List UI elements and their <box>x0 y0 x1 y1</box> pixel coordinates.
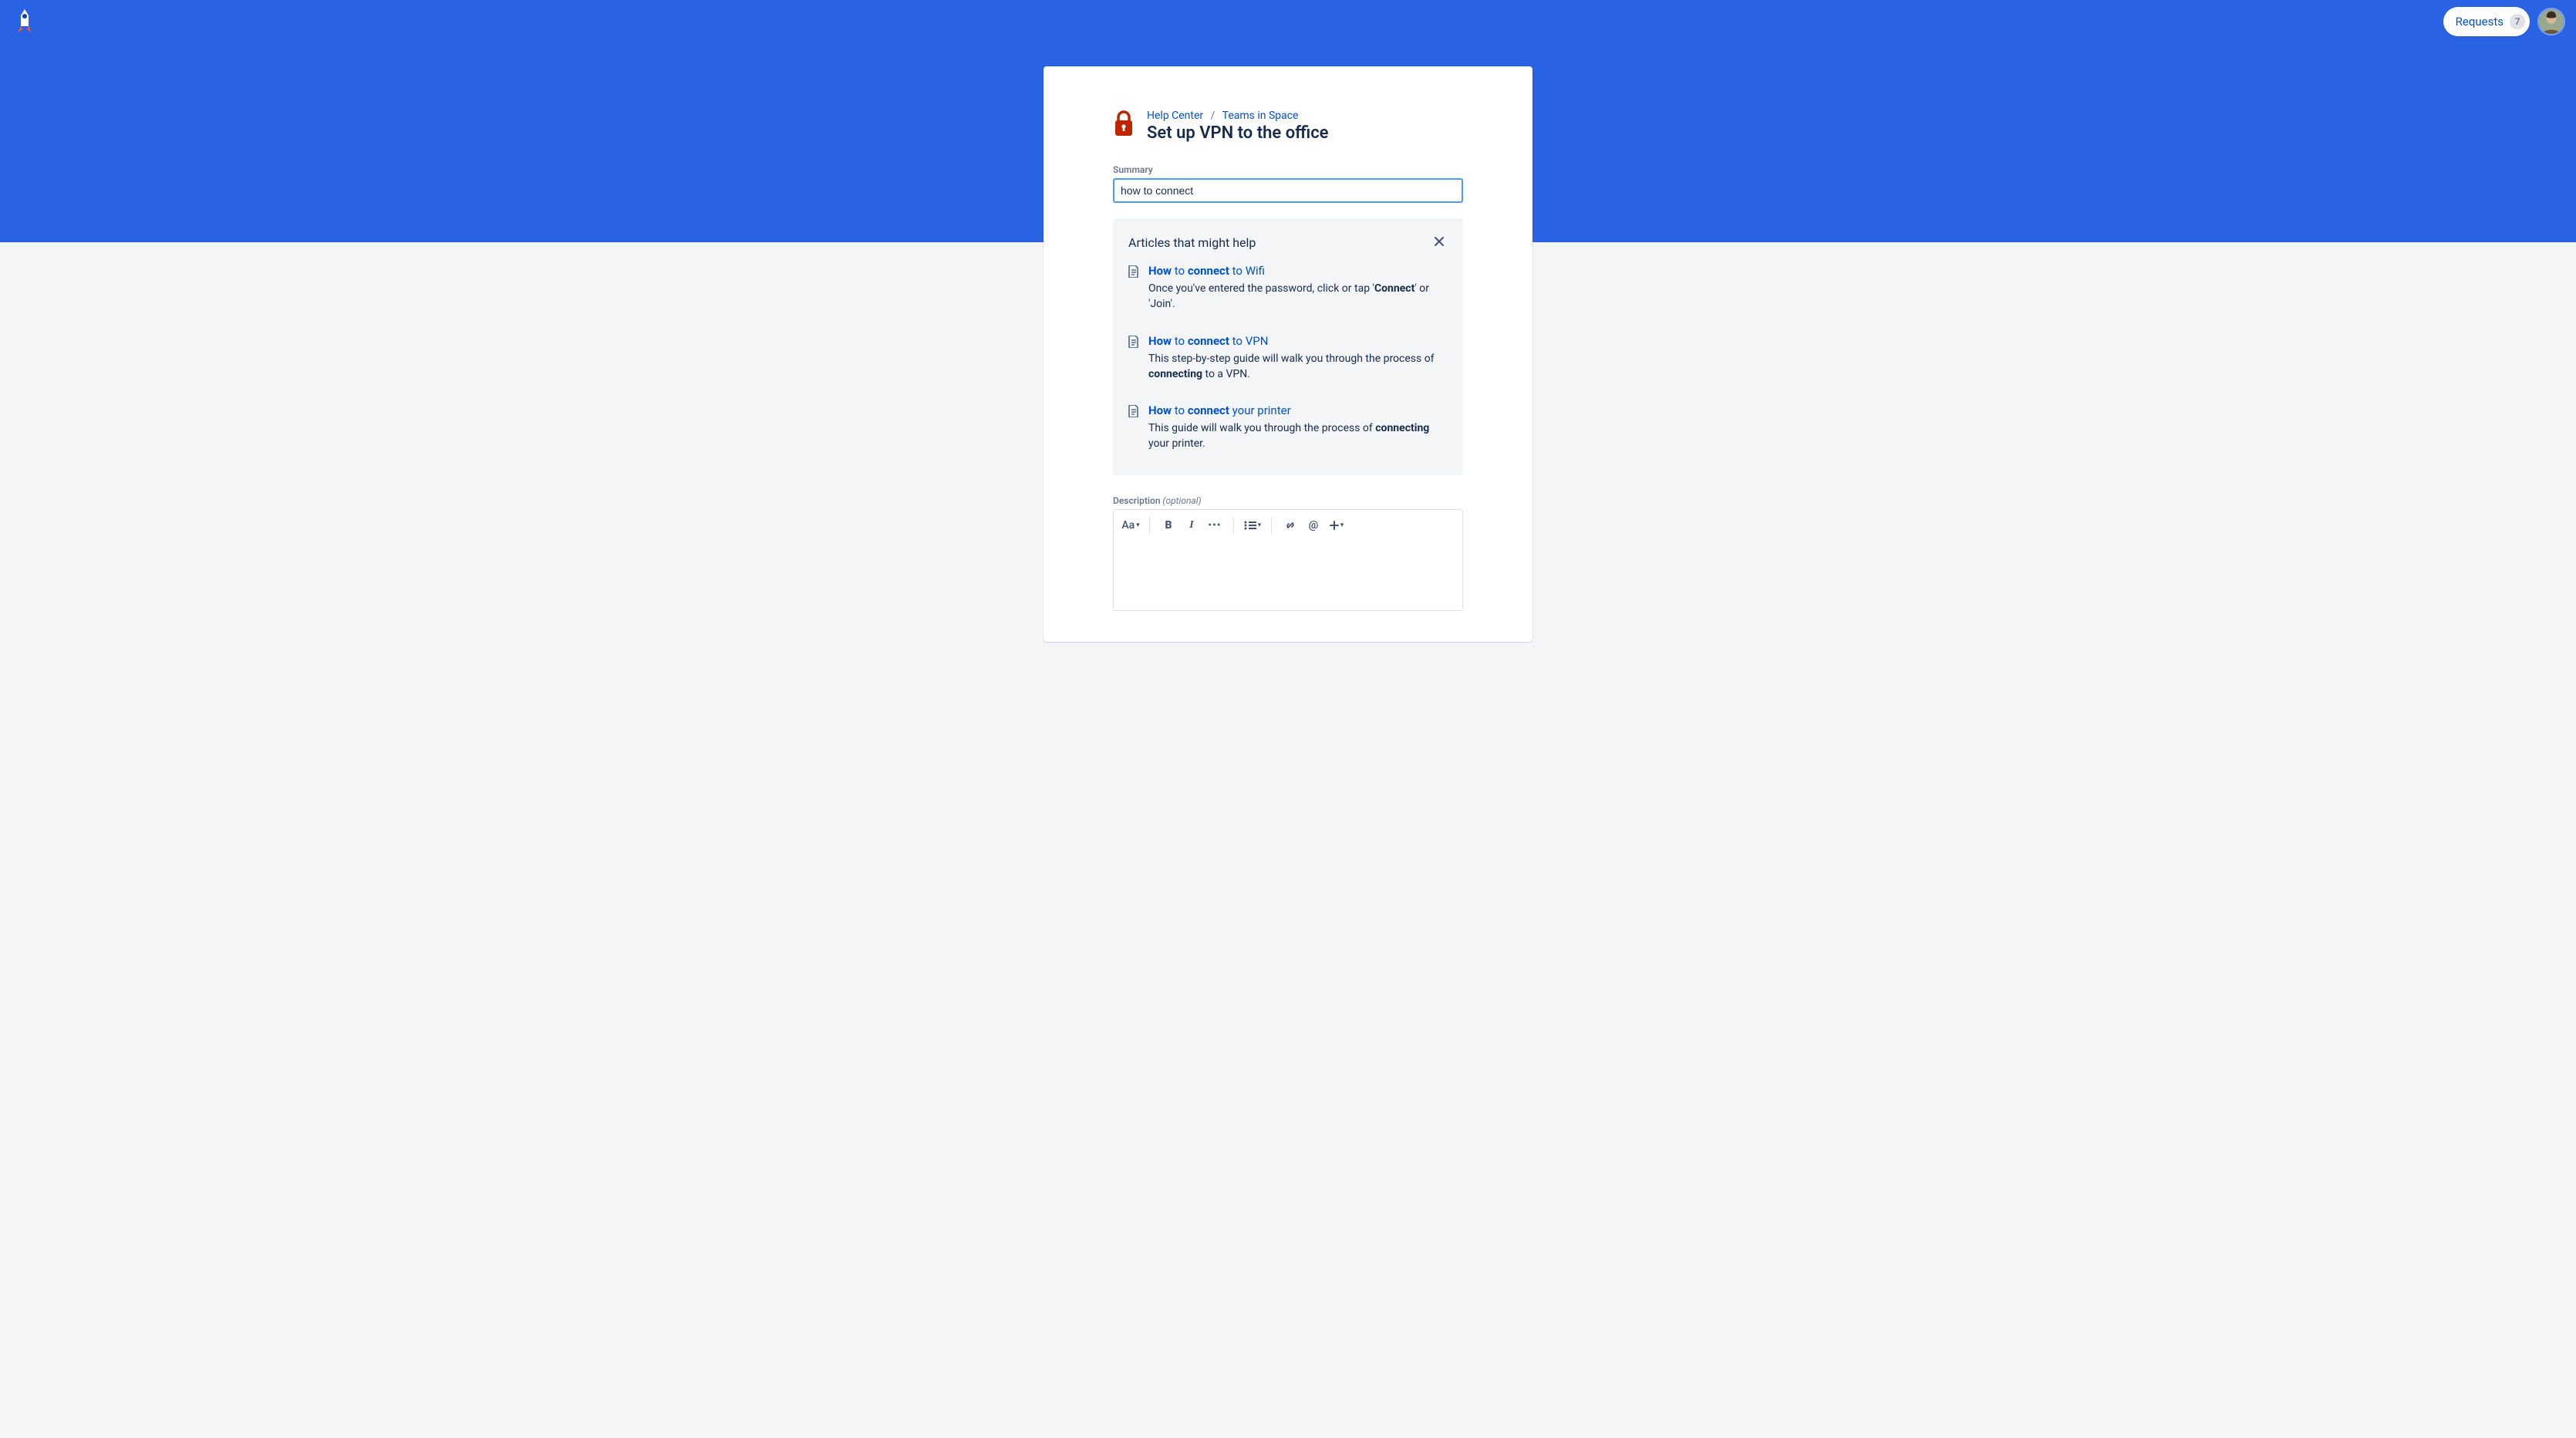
document-icon <box>1128 265 1139 312</box>
requests-count-badge: 7 <box>2510 14 2525 29</box>
portal-logo[interactable] <box>11 8 39 35</box>
toolbar-separator <box>1271 517 1272 534</box>
link-button[interactable] <box>1280 515 1301 536</box>
requests-label: Requests <box>2456 15 2504 29</box>
article-snippet: Once you've entered the password, click … <box>1148 281 1448 312</box>
lock-icon <box>1113 110 1135 140</box>
description-textarea[interactable] <box>1114 541 1462 610</box>
italic-button[interactable]: I <box>1181 515 1202 536</box>
page-title: Set up VPN to the office <box>1147 123 1329 143</box>
suggested-article: How to connect to Wifi Once you've entere… <box>1128 264 1448 312</box>
article-snippet: This step-by-step guide will walk you th… <box>1148 351 1448 383</box>
suggested-article: How to connect your printer This guide wi… <box>1128 403 1448 452</box>
breadcrumb: Help Center / Teams in Space <box>1147 110 1329 122</box>
link-icon <box>1284 519 1296 532</box>
rocket-icon <box>12 8 38 35</box>
summary-input[interactable] <box>1113 178 1463 203</box>
more-formatting-button[interactable]: ••• <box>1204 515 1226 536</box>
suggested-article: How to connect to VPN This step-by-step g… <box>1128 334 1448 383</box>
top-bar: Requests 7 <box>0 0 2576 43</box>
summary-label: Summary <box>1113 164 1463 175</box>
lists-button[interactable]: ▾ <box>1242 515 1263 536</box>
breadcrumb-help-center[interactable]: Help Center <box>1147 110 1203 122</box>
plus-icon <box>1330 521 1339 530</box>
toolbar-separator <box>1149 517 1150 534</box>
toolbar-separator <box>1233 517 1234 534</box>
close-suggestions-button[interactable] <box>1431 232 1448 253</box>
description-editor: Aa▾ B I ••• ▾ <box>1113 509 1463 611</box>
breadcrumb-separator: / <box>1211 110 1216 122</box>
avatar-image <box>2539 8 2564 35</box>
bold-button[interactable]: B <box>1158 515 1179 536</box>
article-snippet: This guide will walk you through the pro… <box>1148 420 1448 452</box>
bullet-list-icon <box>1244 521 1256 530</box>
article-title-link[interactable]: How to connect to VPN <box>1148 334 1448 348</box>
document-icon <box>1128 336 1139 383</box>
article-title-link[interactable]: How to connect to Wifi <box>1148 264 1448 278</box>
document-icon <box>1128 405 1139 452</box>
article-title-link[interactable]: How to connect your printer <box>1148 403 1448 417</box>
insert-button[interactable]: ▾ <box>1326 515 1347 536</box>
description-label: Description (optional) <box>1113 495 1463 506</box>
request-form-card: Help Center / Teams in Space Set up VPN … <box>1044 66 1532 642</box>
editor-toolbar: Aa▾ B I ••• ▾ <box>1114 510 1462 541</box>
suggested-articles-panel: Articles that might help How to connect … <box>1113 218 1463 475</box>
mention-button[interactable]: @ <box>1303 515 1324 536</box>
requests-button[interactable]: Requests 7 <box>2443 7 2530 36</box>
breadcrumb-project[interactable]: Teams in Space <box>1222 110 1299 122</box>
avatar[interactable] <box>2537 8 2565 35</box>
close-icon <box>1434 236 1445 247</box>
suggestions-heading: Articles that might help <box>1128 235 1256 250</box>
text-style-button[interactable]: Aa▾ <box>1120 515 1141 536</box>
